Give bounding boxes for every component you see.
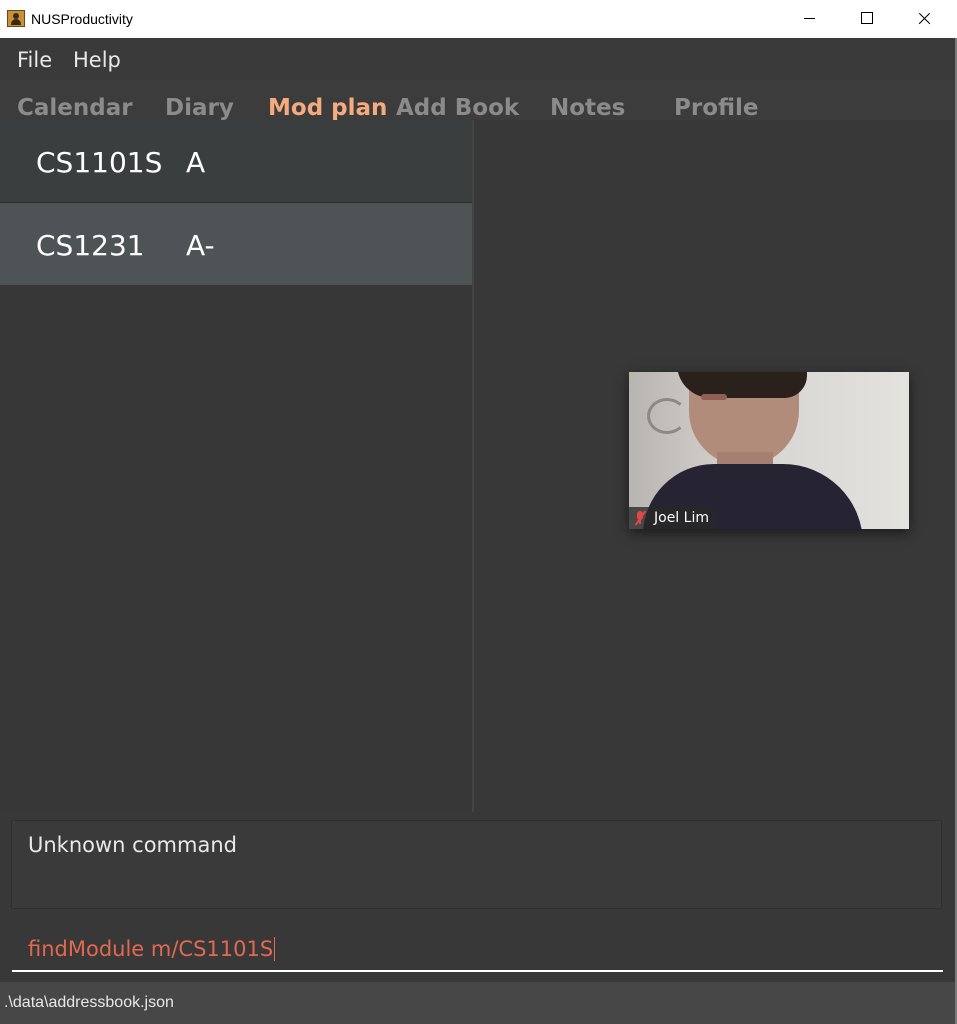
maximize-icon[interactable] bbox=[838, 0, 896, 38]
menu-file[interactable]: File bbox=[17, 48, 52, 72]
text-caret bbox=[274, 937, 276, 961]
command-panel: findModule m/CS1101S bbox=[0, 918, 955, 982]
module-code: CS1231 bbox=[36, 229, 145, 262]
minimize-icon[interactable] bbox=[780, 0, 838, 38]
command-input[interactable]: findModule m/CS1101S bbox=[12, 928, 943, 972]
command-text: findModule m/CS1101S bbox=[28, 937, 274, 961]
result-display: Unknown command bbox=[11, 820, 942, 909]
module-code: CS1101S bbox=[36, 146, 163, 179]
data-file-path: .\data\addressbook.json bbox=[4, 994, 174, 1011]
mic-muted-icon bbox=[633, 510, 647, 526]
video-call-overlay[interactable]: Joel Lim bbox=[629, 372, 909, 529]
window-title: NUSProductivity bbox=[31, 11, 133, 27]
module-list[interactable]: CS1101S A CS1231 A- bbox=[0, 120, 472, 812]
app-icon bbox=[7, 10, 25, 27]
tab-profile[interactable]: Profile bbox=[674, 95, 759, 120]
participant-name: Joel Lim bbox=[654, 510, 709, 526]
tab-bar: Calendar Diary Mod plan Add Book Notes P… bbox=[0, 80, 955, 120]
tab-mod-plan[interactable]: Mod plan bbox=[268, 95, 387, 120]
menu-bar: File Help bbox=[0, 38, 955, 80]
tab-calendar[interactable]: Calendar bbox=[17, 95, 133, 120]
module-row-selected[interactable]: CS1231 A- bbox=[0, 203, 472, 285]
module-grade: A bbox=[186, 146, 206, 179]
participant-label: Joel Lim bbox=[629, 507, 715, 529]
tab-notes[interactable]: Notes bbox=[550, 95, 625, 120]
title-bar: NUSProductivity bbox=[0, 0, 957, 38]
lamp-shape bbox=[647, 398, 687, 434]
module-grade: A- bbox=[186, 229, 215, 262]
tab-diary[interactable]: Diary bbox=[165, 95, 234, 120]
close-icon[interactable] bbox=[896, 0, 954, 38]
status-bar: .\data\addressbook.json bbox=[0, 982, 955, 1024]
result-message: Unknown command bbox=[28, 833, 237, 857]
person-hair bbox=[677, 372, 807, 398]
app-window: File Help Calendar Diary Mod plan Add Bo… bbox=[0, 38, 955, 1024]
menu-help[interactable]: Help bbox=[73, 48, 121, 72]
tab-add-book[interactable]: Add Book bbox=[396, 95, 519, 120]
person-mouth bbox=[701, 394, 727, 400]
module-row[interactable]: CS1101S A bbox=[0, 120, 472, 202]
result-panel: Unknown command bbox=[0, 812, 955, 918]
